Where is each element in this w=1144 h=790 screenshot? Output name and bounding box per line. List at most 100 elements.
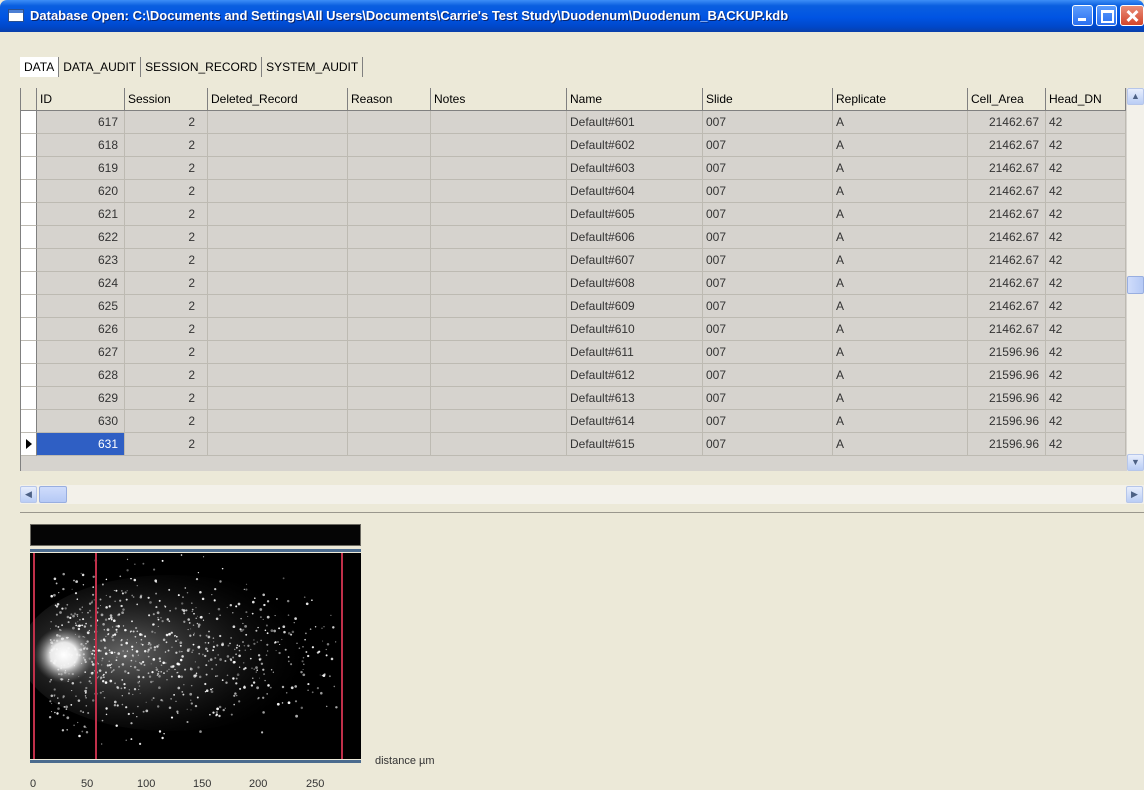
cell-notes[interactable] xyxy=(431,226,567,249)
cell-notes[interactable] xyxy=(431,249,567,272)
column-header-session[interactable]: Session xyxy=(125,88,208,111)
cell-slide[interactable]: 007 xyxy=(703,387,833,410)
column-header-notes[interactable]: Notes xyxy=(431,88,567,111)
cell-reason[interactable] xyxy=(348,341,431,364)
cell-replicate[interactable]: A xyxy=(833,180,968,203)
cell-slide[interactable]: 007 xyxy=(703,364,833,387)
tab-data-audit[interactable]: DATA_AUDIT xyxy=(59,57,142,77)
cell-cell-area[interactable]: 21596.96 xyxy=(968,387,1046,410)
cell-head-dn[interactable]: 42 xyxy=(1046,249,1126,272)
cell-replicate[interactable]: A xyxy=(833,272,968,295)
cell-deleted[interactable] xyxy=(208,134,348,157)
cell-head-dn[interactable]: 42 xyxy=(1046,134,1126,157)
table-row[interactable]: 626 2 Default#610 007 A 21462.67 42 xyxy=(21,318,1144,341)
cell-deleted[interactable] xyxy=(208,341,348,364)
cell-slide[interactable]: 007 xyxy=(703,341,833,364)
cell-name[interactable]: Default#610 xyxy=(567,318,703,341)
column-header-cell-area[interactable]: Cell_Area xyxy=(968,88,1046,111)
table-row[interactable]: 627 2 Default#611 007 A 21596.96 42 xyxy=(21,341,1144,364)
table-row[interactable]: 625 2 Default#609 007 A 21462.67 42 xyxy=(21,295,1144,318)
cell-session[interactable]: 2 xyxy=(125,111,208,134)
cell-id[interactable]: 622 xyxy=(37,226,125,249)
row-indicator[interactable] xyxy=(21,203,37,226)
cell-head-dn[interactable]: 42 xyxy=(1046,433,1126,456)
cell-id[interactable]: 630 xyxy=(37,410,125,433)
cell-name[interactable]: Default#602 xyxy=(567,134,703,157)
cell-replicate[interactable]: A xyxy=(833,203,968,226)
cell-session[interactable]: 2 xyxy=(125,157,208,180)
data-grid[interactable]: ID Session Deleted_Record Reason Notes Name Sl… xyxy=(20,88,1144,471)
horizontal-scrollbar[interactable]: ◀ ▶ xyxy=(20,485,1144,504)
cell-deleted[interactable] xyxy=(208,226,348,249)
table-row[interactable]: 619 2 Default#603 007 A 21462.67 42 xyxy=(21,157,1144,180)
table-row[interactable]: 620 2 Default#604 007 A 21462.67 42 xyxy=(21,180,1144,203)
table-row[interactable]: 622 2 Default#606 007 A 21462.67 42 xyxy=(21,226,1144,249)
row-indicator[interactable] xyxy=(21,318,37,341)
cell-slide[interactable]: 007 xyxy=(703,203,833,226)
cell-notes[interactable] xyxy=(431,341,567,364)
cell-replicate[interactable]: A xyxy=(833,249,968,272)
cell-notes[interactable] xyxy=(431,111,567,134)
cell-cell-area[interactable]: 21462.67 xyxy=(968,318,1046,341)
cell-replicate[interactable]: A xyxy=(833,341,968,364)
cell-deleted[interactable] xyxy=(208,387,348,410)
cell-deleted[interactable] xyxy=(208,295,348,318)
cell-replicate[interactable]: A xyxy=(833,111,968,134)
cell-cell-area[interactable]: 21462.67 xyxy=(968,180,1046,203)
cell-notes[interactable] xyxy=(431,410,567,433)
cell-name[interactable]: Default#611 xyxy=(567,341,703,364)
cell-cell-area[interactable]: 21596.96 xyxy=(968,364,1046,387)
column-header-reason[interactable]: Reason xyxy=(348,88,431,111)
row-indicator[interactable] xyxy=(21,157,37,180)
cell-head-dn[interactable]: 42 xyxy=(1046,180,1126,203)
tab-data[interactable]: DATA xyxy=(20,57,60,77)
column-header-deleted[interactable]: Deleted_Record xyxy=(208,88,348,111)
cell-slide[interactable]: 007 xyxy=(703,272,833,295)
cell-deleted[interactable] xyxy=(208,410,348,433)
cell-deleted[interactable] xyxy=(208,364,348,387)
cell-replicate[interactable]: A xyxy=(833,226,968,249)
row-indicator[interactable] xyxy=(21,111,37,134)
cell-id[interactable]: 621 xyxy=(37,203,125,226)
cell-session[interactable]: 2 xyxy=(125,341,208,364)
cell-head-dn[interactable]: 42 xyxy=(1046,111,1126,134)
cell-session[interactable]: 2 xyxy=(125,134,208,157)
cell-session[interactable]: 2 xyxy=(125,318,208,341)
cell-name[interactable]: Default#608 xyxy=(567,272,703,295)
cell-reason[interactable] xyxy=(348,180,431,203)
cell-id[interactable]: 619 xyxy=(37,157,125,180)
cell-head-dn[interactable]: 42 xyxy=(1046,226,1126,249)
cell-notes[interactable] xyxy=(431,318,567,341)
row-indicator[interactable] xyxy=(21,410,37,433)
row-indicator[interactable] xyxy=(21,180,37,203)
tab-system-audit[interactable]: SYSTEM_AUDIT xyxy=(262,57,364,77)
cell-cell-area[interactable]: 21462.67 xyxy=(968,226,1046,249)
cell-reason[interactable] xyxy=(348,433,431,456)
cell-cell-area[interactable]: 21462.67 xyxy=(968,272,1046,295)
cell-reason[interactable] xyxy=(348,410,431,433)
cell-session[interactable]: 2 xyxy=(125,203,208,226)
cell-replicate[interactable]: A xyxy=(833,410,968,433)
cell-name[interactable]: Default#615 xyxy=(567,433,703,456)
cell-cell-area[interactable]: 21462.67 xyxy=(968,203,1046,226)
cell-id[interactable]: 629 xyxy=(37,387,125,410)
row-indicator[interactable] xyxy=(21,272,37,295)
cell-deleted[interactable] xyxy=(208,318,348,341)
cell-slide[interactable]: 007 xyxy=(703,180,833,203)
cell-notes[interactable] xyxy=(431,180,567,203)
cell-reason[interactable] xyxy=(348,111,431,134)
cell-head-dn[interactable]: 42 xyxy=(1046,387,1126,410)
column-header-head-dn[interactable]: Head_DN xyxy=(1046,88,1126,111)
row-indicator[interactable] xyxy=(21,134,37,157)
cell-slide[interactable]: 007 xyxy=(703,249,833,272)
cell-deleted[interactable] xyxy=(208,157,348,180)
cell-notes[interactable] xyxy=(431,272,567,295)
cell-cell-area[interactable]: 21462.67 xyxy=(968,249,1046,272)
cell-id[interactable]: 626 xyxy=(37,318,125,341)
cell-reason[interactable] xyxy=(348,157,431,180)
cell-slide[interactable]: 007 xyxy=(703,410,833,433)
cell-deleted[interactable] xyxy=(208,111,348,134)
title-bar[interactable]: Database Open: C:\Documents and Settings… xyxy=(0,0,1144,32)
cell-name[interactable]: Default#601 xyxy=(567,111,703,134)
cell-name[interactable]: Default#607 xyxy=(567,249,703,272)
